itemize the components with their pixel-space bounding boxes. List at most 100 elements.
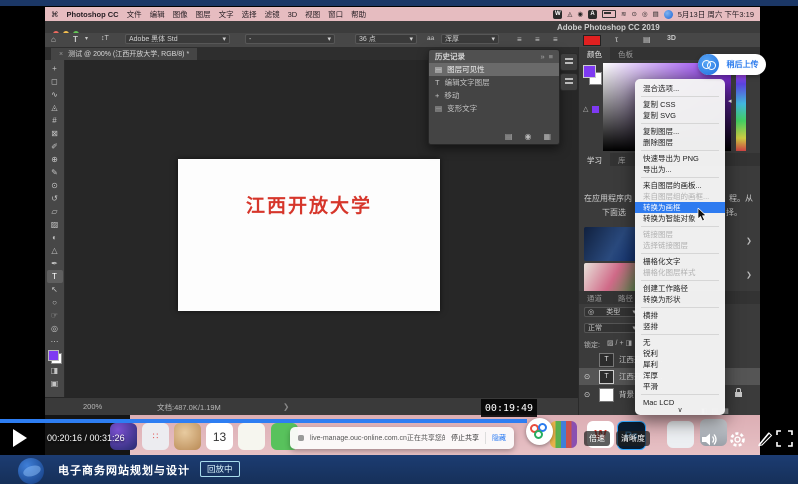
menu-item-delete-layer[interactable]: 删除图层: [635, 137, 725, 148]
new-document-from-state-icon[interactable]: ▤: [505, 132, 513, 141]
align-right-icon[interactable]: ≡: [553, 35, 558, 44]
dock-archive-icon[interactable]: [550, 421, 577, 448]
hand-tool[interactable]: ☞: [47, 309, 63, 322]
panel-collapse-icon[interactable]: »: [540, 52, 544, 61]
menu-item-aa-sharp[interactable]: 锐利: [635, 348, 725, 359]
collapsed-panel-button[interactable]: [560, 53, 578, 71]
path-selection-tool[interactable]: ↖: [47, 283, 63, 296]
menu-item-duplicate-layer[interactable]: 复制图层...: [635, 126, 725, 137]
input-source-icon[interactable]: A: [588, 10, 597, 19]
3d-button[interactable]: 3D: [667, 35, 676, 42]
menu-edit[interactable]: 编辑: [150, 9, 165, 20]
dock-calendar-icon[interactable]: 13: [206, 423, 233, 450]
menu-item-horizontal[interactable]: 横排: [635, 310, 725, 321]
menu-item-convert-to-frame[interactable]: 转换为画框: [635, 202, 725, 213]
time-machine-icon[interactable]: ⊙: [631, 10, 636, 18]
eye-icon[interactable]: ⊙: [584, 390, 594, 399]
menu-scroll-more-icon[interactable]: ∨: [635, 406, 725, 414]
menu-type[interactable]: 文字: [219, 9, 234, 20]
gradient-tool[interactable]: ▨: [47, 218, 63, 231]
menu-help[interactable]: 帮助: [351, 9, 366, 20]
menu-item-copy-css[interactable]: 复制 CSS: [635, 99, 725, 110]
pen-tool[interactable]: ✒: [47, 257, 63, 270]
dock-folder-icon[interactable]: [667, 421, 694, 448]
chevron-right-icon[interactable]: ❯: [746, 271, 752, 279]
settings-gear-icon[interactable]: [728, 430, 747, 449]
history-step-layer-visibility[interactable]: ▤ 图层可见性: [429, 63, 559, 76]
tab-libraries[interactable]: 库: [610, 153, 634, 166]
menu-file[interactable]: 文件: [127, 9, 142, 20]
menu-filter[interactable]: 滤镜: [265, 9, 280, 20]
preset-dropdown-icon[interactable]: ▾: [85, 35, 88, 42]
screen-mode-icon[interactable]: ▣: [47, 377, 63, 390]
zoom-level[interactable]: 200%: [83, 402, 102, 411]
type-tool[interactable]: T: [47, 270, 63, 283]
menu-item-aa-crisp[interactable]: 犀利: [635, 359, 725, 370]
wps-status-icon[interactable]: W: [553, 10, 562, 19]
seek-handle[interactable]: [526, 418, 553, 445]
warp-text-icon[interactable]: τ: [615, 35, 618, 44]
font-family-select[interactable]: Adobe 黑体 Std ▾: [125, 34, 230, 44]
menu-item-quick-export-png[interactable]: 快速导出为 PNG: [635, 153, 725, 164]
tutorial-thumbnail[interactable]: [584, 227, 636, 261]
volume-icon[interactable]: [700, 430, 719, 449]
align-left-icon[interactable]: ≡: [517, 35, 522, 44]
quick-mask-icon[interactable]: ◨: [47, 364, 63, 377]
document-tab[interactable]: × 测试 @ 200% (江西开放大学, RGB/8) *: [51, 48, 197, 60]
history-step-edit-type-layer[interactable]: T 编辑文字图层: [429, 76, 559, 89]
blend-mode-select[interactable]: 正常 ▾: [584, 323, 640, 333]
anti-alias-select[interactable]: 浑厚 ▾: [441, 34, 499, 44]
document-canvas[interactable]: 江西开放大学: [178, 159, 440, 311]
menubar-app-name[interactable]: Photoshop CC: [67, 10, 119, 19]
shape-tool[interactable]: ○: [47, 296, 63, 309]
menu-select[interactable]: 选择: [242, 9, 257, 20]
dock-notes-icon[interactable]: [238, 423, 265, 450]
text-orientation-icon[interactable]: ↕T: [101, 35, 109, 42]
menu-layer[interactable]: 图层: [196, 9, 211, 20]
font-style-select[interactable]: - ▾: [245, 34, 335, 44]
quick-selection-tool[interactable]: ◬: [47, 101, 63, 114]
menu-item-aa-strong[interactable]: 浑厚: [635, 370, 725, 381]
align-center-icon[interactable]: ≡: [535, 35, 540, 44]
notes-pen-icon[interactable]: [756, 430, 774, 448]
menu-window[interactable]: 窗口: [328, 9, 343, 20]
status-chevron-icon[interactable]: ❯: [283, 402, 289, 411]
crop-tool[interactable]: #: [47, 114, 63, 127]
text-color-swatch[interactable]: [583, 35, 601, 46]
quality-button[interactable]: 清晰度: [616, 431, 650, 446]
tab-channels[interactable]: 通道: [579, 291, 610, 304]
font-size-select[interactable]: 36 点 ▾: [355, 34, 417, 44]
menu-item-aa-none[interactable]: 无: [635, 337, 725, 348]
menubar-clock[interactable]: 5月13日 周六 下午3:19: [678, 9, 754, 20]
dodge-tool[interactable]: △: [47, 244, 63, 257]
menu-image[interactable]: 图像: [173, 9, 188, 20]
menu-item-convert-to-shape[interactable]: 转换为形状: [635, 294, 725, 305]
home-icon[interactable]: ⌂: [51, 35, 56, 44]
new-snapshot-icon[interactable]: ◉: [524, 132, 531, 141]
chevron-right-icon[interactable]: ❯: [746, 237, 752, 245]
play-button[interactable]: [13, 429, 27, 447]
tab-learn[interactable]: 学习: [579, 153, 610, 166]
menu-item-aa-smooth[interactable]: 平滑: [635, 381, 725, 392]
playback-speed-button[interactable]: 倍速: [584, 431, 610, 446]
menu-3d[interactable]: 3D: [288, 10, 298, 19]
battery-icon[interactable]: [602, 10, 616, 18]
delete-state-icon[interactable]: ▦: [543, 132, 551, 141]
panel-foreground-swatch[interactable]: [583, 65, 596, 78]
menu-item-blending-options[interactable]: 混合选项...: [635, 83, 725, 94]
control-center-icon[interactable]: ▤: [653, 10, 659, 18]
marquee-tool[interactable]: ◻: [47, 75, 63, 88]
tab-swatches[interactable]: 色板: [610, 47, 641, 60]
eraser-tool[interactable]: ▱: [47, 205, 63, 218]
apple-menu-icon[interactable]: ⌘: [51, 10, 59, 19]
collapsed-panel-button[interactable]: [560, 73, 578, 91]
menu-item-vertical[interactable]: 竖排: [635, 321, 725, 332]
zoom-tool[interactable]: ◎: [47, 322, 63, 335]
toggle-panels-icon[interactable]: ▤: [643, 35, 651, 44]
foreground-color-swatch[interactable]: [48, 350, 59, 361]
tab-color[interactable]: 颜色: [579, 47, 610, 60]
document-size[interactable]: 文档:487.0K/1.19M: [157, 402, 221, 413]
frame-tool[interactable]: ⊠: [47, 127, 63, 140]
knot-status-icon[interactable]: ◬: [567, 10, 572, 18]
menu-item-export-as[interactable]: 导出为...: [635, 164, 725, 175]
